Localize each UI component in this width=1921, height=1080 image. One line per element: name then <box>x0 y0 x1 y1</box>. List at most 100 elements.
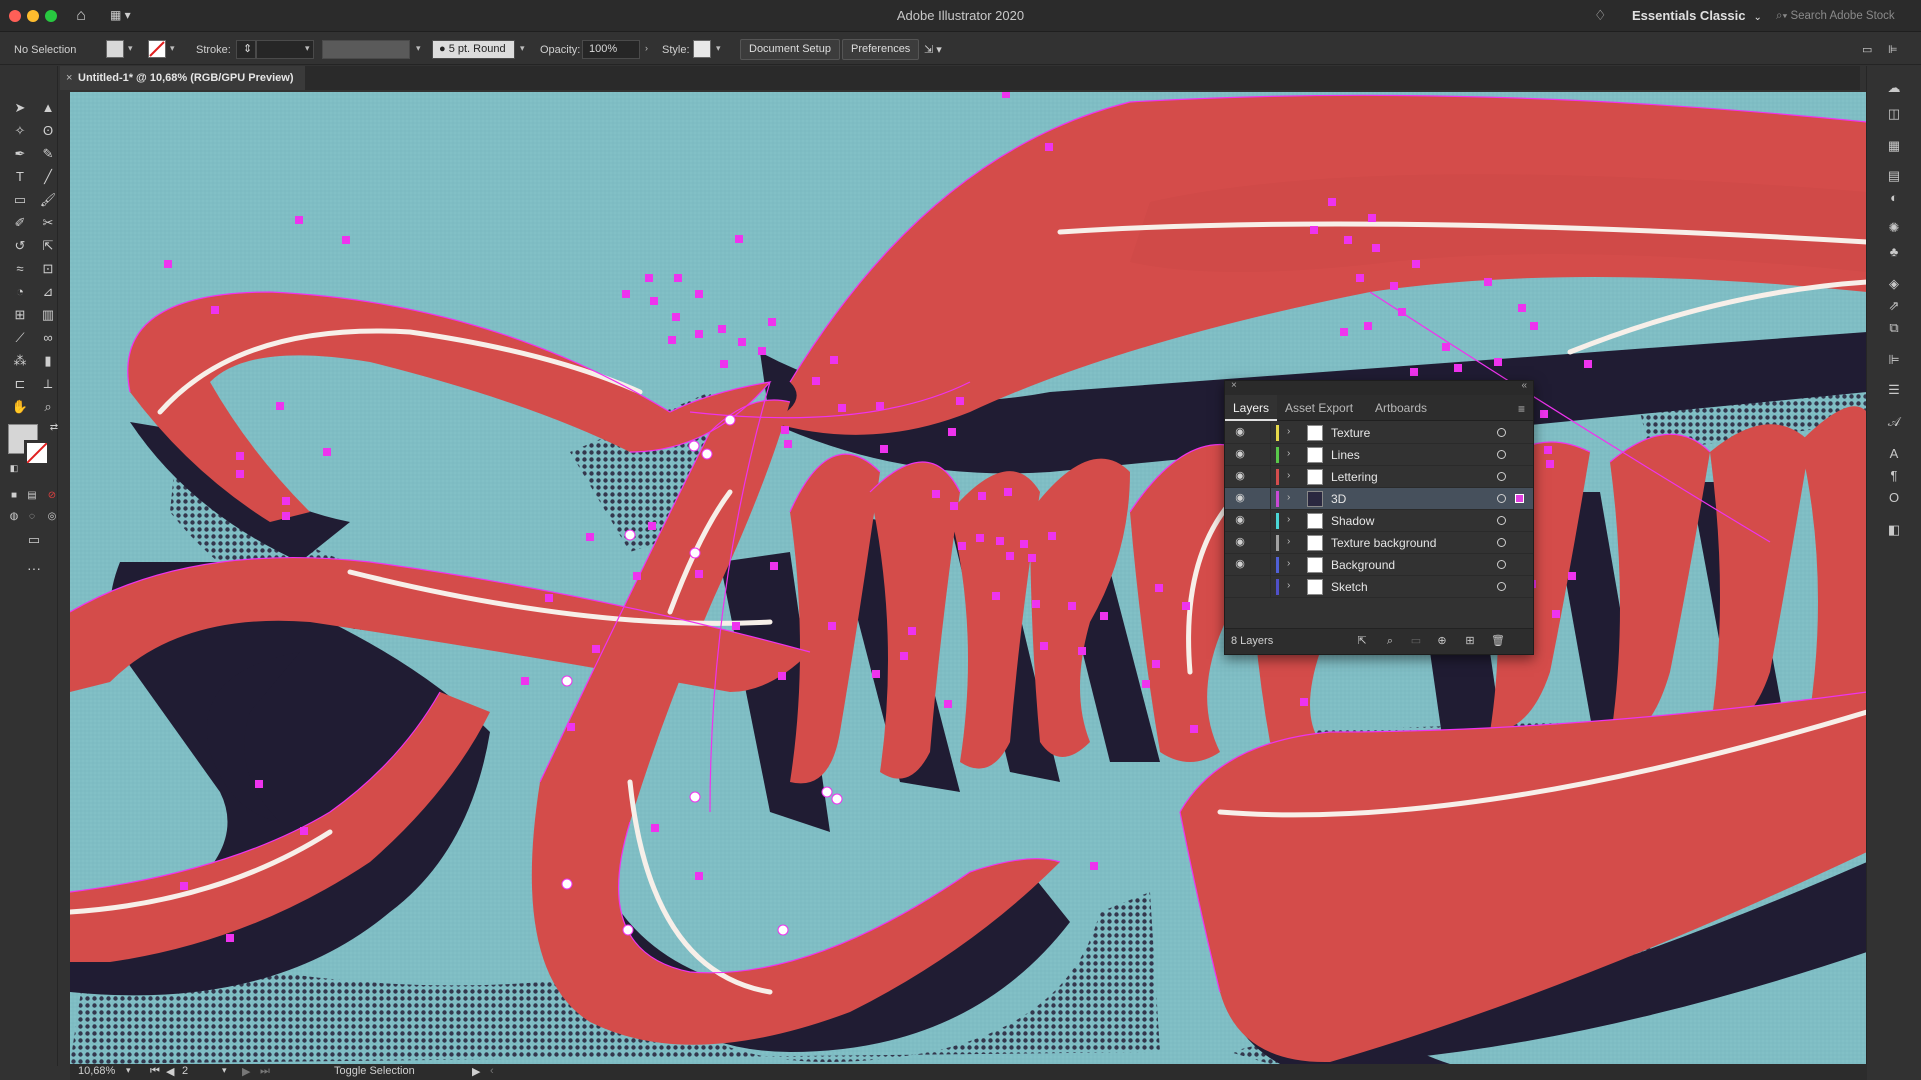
visibility-eye-icon[interactable]: ◉ <box>1233 513 1247 527</box>
layer-row[interactable]: ◉ › 3D <box>1225 488 1533 510</box>
pen-tool-icon[interactable]: ✒ <box>10 144 30 164</box>
chevron-down-icon[interactable]: ▾ <box>416 43 421 54</box>
visibility-eye-icon[interactable] <box>1233 579 1247 593</box>
draw-inside-icon[interactable]: ◎ <box>42 507 62 527</box>
chevron-right-icon[interactable]: › <box>645 43 648 53</box>
color-panel-icon[interactable]: ▦ <box>1884 136 1904 156</box>
brushes-icon[interactable]: ✺ <box>1884 218 1904 238</box>
scissors-tool-icon[interactable]: ✂ <box>38 213 58 233</box>
selection-tool-icon[interactable]: ➤ <box>10 98 30 118</box>
artboards-panel-icon[interactable]: ⧉ <box>1884 318 1904 338</box>
tab-artboards[interactable]: Artboards <box>1367 395 1435 421</box>
scale-tool-icon[interactable]: ⇱ <box>38 236 58 256</box>
close-tab-icon[interactable]: × <box>66 66 72 90</box>
properties-panel-icon[interactable]: ◫ <box>1884 104 1904 124</box>
visibility-eye-icon[interactable]: ◉ <box>1233 469 1247 483</box>
brush-definition[interactable]: ● 5 pt. Round <box>432 40 515 59</box>
expand-chevron-icon[interactable]: › <box>1287 470 1290 481</box>
opentype-panel-icon[interactable]: O <box>1884 488 1904 508</box>
symbols-icon[interactable]: ♣ <box>1884 242 1904 262</box>
document-tab[interactable]: × Untitled-1* @ 10,68% (RGB/GPU Preview) <box>60 66 305 90</box>
type-tool-icon[interactable]: T <box>10 167 30 187</box>
layer-row[interactable]: › Sketch <box>1225 576 1533 598</box>
window-close-button[interactable] <box>9 10 21 22</box>
artboard-tool-icon[interactable]: ⊏ <box>10 374 30 394</box>
export-icon[interactable]: ⇗ <box>1884 296 1904 316</box>
swatches-icon[interactable]: ▤ <box>1884 166 1904 186</box>
color-guide-icon[interactable]: ◐ <box>1884 188 1904 208</box>
chevron-down-icon[interactable]: ▾ <box>520 43 525 54</box>
preferences-button[interactable]: Preferences <box>842 39 920 60</box>
lock-toggle[interactable] <box>1255 510 1271 532</box>
workspace-switcher[interactable]: Essentials Classic ⌄ <box>1632 8 1762 23</box>
graphic-style-swatch[interactable] <box>693 40 711 58</box>
column-graph-tool-icon[interactable]: ▮ <box>38 351 58 371</box>
fill-swatch[interactable] <box>106 40 124 58</box>
panel-header[interactable]: × « <box>1225 380 1533 395</box>
default-colors-icon[interactable]: ◧ <box>4 458 24 478</box>
expand-chevron-icon[interactable]: › <box>1287 558 1290 569</box>
line-tool-icon[interactable]: ╱ <box>38 167 58 187</box>
direct-selection-tool-icon[interactable]: ▲ <box>38 98 58 118</box>
target-circle-icon[interactable] <box>1497 428 1506 437</box>
window-minimize-button[interactable] <box>27 10 39 22</box>
warp-tool-icon[interactable]: ≈ <box>10 259 30 279</box>
free-transform-tool-icon[interactable]: ⊡ <box>38 259 58 279</box>
character-styles-icon[interactable]: 𝒜 <box>1884 412 1904 432</box>
paintbrush-tool-icon[interactable]: 🖌 <box>38 190 58 210</box>
none-mode-icon[interactable]: ⊘ <box>42 486 62 506</box>
trash-icon[interactable]: 🗑 <box>1491 634 1505 648</box>
chevron-down-icon[interactable]: ▾ <box>716 43 721 54</box>
target-circle-icon[interactable] <box>1497 560 1506 569</box>
visibility-eye-icon[interactable]: ◉ <box>1233 425 1247 439</box>
stroke-color-box[interactable] <box>24 440 50 466</box>
window-zoom-button[interactable] <box>45 10 57 22</box>
lock-toggle[interactable] <box>1255 444 1271 466</box>
shaper-tool-icon[interactable]: ✐ <box>10 213 30 233</box>
perspective-grid-tool-icon[interactable]: ⊿ <box>38 282 58 302</box>
target-circle-icon[interactable] <box>1497 494 1506 503</box>
play-icon[interactable]: ▶ <box>472 1065 480 1078</box>
collapse-panel-icon[interactable]: « <box>1521 380 1527 391</box>
lightbulb-icon[interactable]: ♢ <box>1594 7 1607 24</box>
layer-row[interactable]: ◉ › Texture background <box>1225 532 1533 554</box>
prev-artboard-icon[interactable]: ◀ <box>166 1065 174 1078</box>
visibility-eye-icon[interactable]: ◉ <box>1233 447 1247 461</box>
gradient-mode-icon[interactable]: ▤ <box>22 486 42 506</box>
expand-chevron-icon[interactable]: › <box>1287 514 1290 525</box>
shape-builder-tool-icon[interactable]: ◔ <box>10 282 30 302</box>
arrange-icon[interactable]: ⇲ ▾ <box>924 41 942 59</box>
screen-mode-icon[interactable]: ▭ <box>24 530 44 550</box>
expand-chevron-icon[interactable]: › <box>1287 580 1290 591</box>
locate-object-icon[interactable]: ⌕ <box>1383 634 1397 648</box>
symbol-sprayer-tool-icon[interactable]: ⁂ <box>10 351 30 371</box>
lock-toggle[interactable] <box>1255 466 1271 488</box>
scroll-left-icon[interactable]: ‹ <box>490 1065 494 1077</box>
chevron-down-icon[interactable]: ▾ <box>170 43 175 54</box>
first-artboard-icon[interactable]: ⏮ <box>150 1065 160 1078</box>
lock-toggle[interactable] <box>1255 532 1271 554</box>
expand-chevron-icon[interactable]: › <box>1287 426 1290 437</box>
target-circle-icon[interactable] <box>1497 450 1506 459</box>
properties-icon[interactable]: ⊫ <box>1888 41 1898 59</box>
lock-toggle[interactable] <box>1255 488 1271 510</box>
next-artboard-icon[interactable]: ▶ <box>242 1065 250 1078</box>
lock-toggle[interactable] <box>1255 576 1271 598</box>
layer-row[interactable]: ◉ › Lettering <box>1225 466 1533 488</box>
layer-row[interactable]: ◉ › Shadow <box>1225 510 1533 532</box>
visibility-eye-icon[interactable]: ◉ <box>1233 535 1247 549</box>
stroke-stepper[interactable]: ⇕ <box>236 40 256 59</box>
lock-toggle[interactable] <box>1255 422 1271 444</box>
document-setup-button[interactable]: Document Setup <box>740 39 840 60</box>
clipping-mask-icon[interactable]: ▭ <box>1409 634 1423 648</box>
artboard-number[interactable]: 2 <box>182 1065 188 1077</box>
expand-chevron-icon[interactable]: › <box>1287 492 1290 503</box>
chevron-down-icon[interactable]: ▾ <box>126 1065 131 1076</box>
character-panel-icon[interactable]: A <box>1884 444 1904 464</box>
new-layer-icon[interactable]: ⊞ <box>1463 634 1477 648</box>
layer-row[interactable]: ◉ › Texture <box>1225 422 1533 444</box>
selection-indicator[interactable] <box>1515 494 1524 503</box>
edit-toolbar-icon[interactable]: ··· <box>24 558 44 578</box>
slice-tool-icon[interactable]: ⟂ <box>38 374 58 394</box>
color-mode-icon[interactable]: ■ <box>4 486 24 506</box>
